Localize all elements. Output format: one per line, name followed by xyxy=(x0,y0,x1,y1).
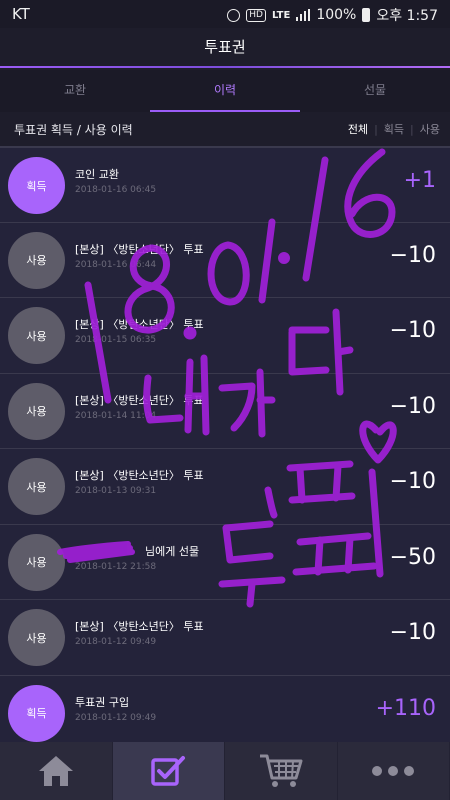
nav-home[interactable] xyxy=(0,742,113,800)
carrier-label: KT xyxy=(12,5,30,23)
history-amount: +110 xyxy=(375,695,436,721)
history-title: [본상] 〈방탄소년단〉 투표 xyxy=(75,469,204,482)
use-badge: 사용 xyxy=(8,382,65,440)
history-title: 님에게 선물 xyxy=(145,544,200,558)
app-header: 투표권 xyxy=(0,28,450,68)
history-row[interactable]: 사용 [본상] 〈방탄소년단〉 투표 2018-01-15 06:35 −10 xyxy=(0,297,450,373)
history-date: 2018-01-13 09:31 xyxy=(75,486,157,496)
history-row[interactable]: 사용 [본상] 〈방탄소년단〉 투표 2018-01-16 06:44 −10 xyxy=(0,221,450,297)
history-title: [본상] 〈방탄소년단〉 투표 xyxy=(75,242,204,256)
home-icon xyxy=(38,756,73,786)
history-date: 2018-01-16 06:44 xyxy=(75,259,157,270)
history-row[interactable]: 획득 투표권 구입 2018-01-12 09:49 +110 xyxy=(0,674,450,742)
history-amount: −10 xyxy=(389,242,436,268)
history-title: [본상] 〈방탄소년단〉 투표 xyxy=(75,620,204,633)
filter-gained[interactable]: 획득 xyxy=(384,121,404,137)
history-date: 2018-01-12 09:49 xyxy=(75,712,157,723)
nav-cart[interactable] xyxy=(225,742,338,800)
signal-icon xyxy=(296,9,311,21)
history-date: 2018-01-12 21:58 xyxy=(75,561,157,572)
gain-badge: 획득 xyxy=(8,684,65,742)
battery-percent: 100% xyxy=(316,7,357,23)
more-icon xyxy=(372,766,415,776)
history-date: 2018-01-12 09:49 xyxy=(75,637,157,647)
list-title: 투표권 획득 / 사용 이력 xyxy=(14,123,133,137)
clock: 오후 1:57 xyxy=(376,8,438,24)
filter-group: 전체 | 획득 | 사용 xyxy=(348,121,440,137)
page-title: 투표권 xyxy=(204,38,246,56)
alarm-icon xyxy=(227,8,241,22)
history-row[interactable]: 사용 [본상] 〈방탄소년단〉 투표 2018-01-13 09:31 −10 xyxy=(0,448,450,524)
history-date: 2018-01-15 06:35 xyxy=(75,335,157,345)
history-date: 2018-01-16 06:45 xyxy=(75,185,157,195)
vote-check-icon xyxy=(151,756,186,786)
hd-voice-icon: HD xyxy=(246,8,266,22)
use-badge: 사용 xyxy=(8,609,65,666)
filter-divider: | xyxy=(410,122,414,136)
tab-exchange[interactable]: 교환 xyxy=(0,70,150,112)
tab-gift[interactable]: 선물 xyxy=(300,70,450,112)
status-icons: HD LTE 100% 오후 1:57 xyxy=(227,5,438,25)
filter-used[interactable]: 사용 xyxy=(420,121,440,137)
history-amount: −50 xyxy=(389,544,436,570)
use-badge: 사용 xyxy=(8,458,65,515)
history-title: 투표권 구입 xyxy=(75,695,130,709)
bottom-nav xyxy=(0,742,450,800)
nav-more[interactable] xyxy=(338,742,450,800)
header-divider xyxy=(0,66,450,68)
lte-label: LTE xyxy=(271,9,291,21)
history-title: 코인 교환 xyxy=(75,168,119,181)
history-amount: −10 xyxy=(389,393,436,419)
history-title: [본상] 〈방탄소년단〉 투표 xyxy=(75,393,204,407)
history-amount: −10 xyxy=(389,620,436,645)
filter-all[interactable]: 전체 xyxy=(348,121,368,137)
use-badge: 사용 xyxy=(8,533,65,591)
tab-history[interactable]: 이력 xyxy=(150,70,300,112)
history-title: [본상] 〈방탄소년단〉 투표 xyxy=(75,318,204,331)
history-row[interactable]: 획득 코인 교환 2018-01-16 06:45 +1 xyxy=(0,146,450,222)
status-bar: KT HD LTE 100% 오후 1:57 xyxy=(0,0,450,28)
list-header: 투표권 획득 / 사용 이력 전체 | 획득 | 사용 xyxy=(0,112,450,146)
tab-bar: 교환 이력 선물 xyxy=(0,70,450,112)
use-badge: 사용 xyxy=(8,307,65,364)
history-date: 2018-01-14 11:04 xyxy=(75,410,157,421)
history-list: 획득 코인 교환 2018-01-16 06:45 +1 사용 [본상] 〈방탄… xyxy=(0,146,450,742)
filter-divider: | xyxy=(374,122,378,136)
history-amount: −10 xyxy=(389,318,436,343)
history-row[interactable]: 사용 [본상] 〈방탄소년단〉 투표 2018-01-14 11:04 −10 xyxy=(0,372,450,448)
history-amount: +1 xyxy=(403,168,436,193)
battery-icon xyxy=(362,8,371,22)
use-badge: 사용 xyxy=(8,231,65,289)
nav-vote[interactable] xyxy=(112,742,225,800)
gain-badge: 획득 xyxy=(8,157,65,214)
history-row[interactable]: 사용 님에게 선물 2018-01-12 21:58 −50 xyxy=(0,523,450,599)
history-amount: −10 xyxy=(389,469,436,494)
cart-icon xyxy=(259,754,303,787)
history-row[interactable]: 사용 [본상] 〈방탄소년단〉 투표 2018-01-12 09:49 −10 xyxy=(0,599,450,675)
